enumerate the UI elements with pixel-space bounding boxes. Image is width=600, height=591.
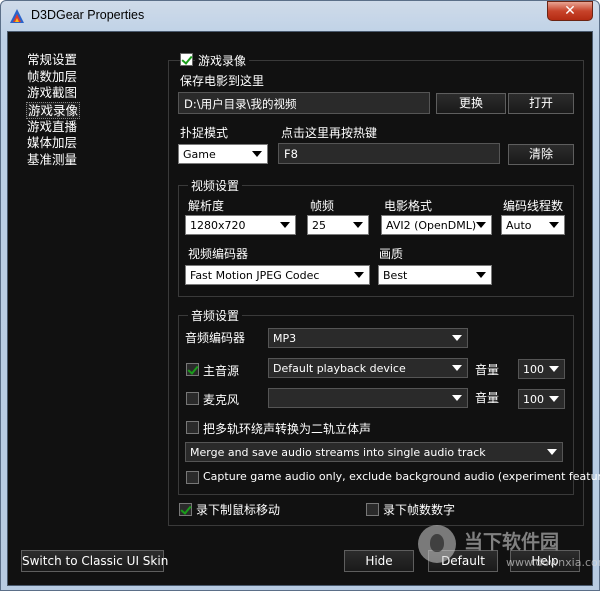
chevron-down-icon	[280, 222, 290, 228]
nav-item-screenshot[interactable]: 游戏截图	[26, 85, 80, 102]
nav-item-recording[interactable]: 游戏录像	[26, 102, 81, 119]
quality-label: 画质	[379, 247, 404, 261]
save-path-field[interactable]: D:\用户目录\我的视频	[178, 92, 430, 114]
mic-volume-select[interactable]: 100	[518, 389, 565, 409]
format-select[interactable]: AVI2 (OpenDML)	[381, 215, 492, 235]
title-bar[interactable]: D3DGear Properties ✕	[1, 1, 599, 31]
video-encoder-label: 视频编码器	[188, 247, 249, 261]
chevron-down-icon	[452, 365, 462, 371]
chevron-down-icon	[452, 335, 462, 341]
audio-settings-label: 音频设置	[188, 307, 243, 324]
chevron-down-icon	[476, 222, 486, 228]
close-button[interactable]: ✕	[547, 1, 593, 21]
hotkey-field[interactable]: F8	[278, 143, 500, 164]
watermark-text: 当下软件园	[464, 531, 560, 553]
record-mouse-label: 录下制鼠标移动	[196, 503, 281, 517]
audio-encoder-label: 音频编码器	[185, 331, 246, 345]
record-mouse-checkbox[interactable]	[179, 503, 192, 516]
fps-label: 帧频	[310, 199, 335, 213]
settings-nav: 常规设置 帧数加层 游戏截图 游戏录像 游戏直播 媒体加层 基准测量	[26, 52, 81, 169]
downmix-label: 把多轨环绕声转换为二轨立体声	[203, 422, 372, 436]
main-source-checkbox[interactable]	[186, 363, 199, 376]
mic-volume-label: 音量	[475, 391, 500, 405]
main-source-label: 主音源	[203, 364, 240, 378]
watermark-logo-icon	[418, 525, 456, 563]
properties-window: D3DGear Properties ✕ 常规设置 帧数加层 游戏截图 游戏录像…	[0, 0, 600, 591]
video-settings-label: 视频设置	[188, 177, 243, 194]
save-path-label: 保存电影到这里	[180, 74, 265, 88]
capture-mode-label: 扑捉模式	[180, 126, 229, 140]
main-source-select[interactable]: Default playback device	[268, 358, 468, 378]
record-fps-label: 录下帧数数字	[383, 503, 456, 517]
chevron-down-icon	[354, 272, 364, 278]
nav-item-general[interactable]: 常规设置	[26, 52, 80, 69]
chevron-down-icon	[252, 151, 262, 157]
main-volume-select[interactable]: 100	[518, 359, 565, 379]
threads-select[interactable]: Auto	[501, 215, 565, 235]
chevron-down-icon	[353, 222, 363, 228]
capture-game-only-label: Capture game audio only, exclude backgro…	[203, 470, 600, 483]
recording-group-label: 游戏录像	[195, 52, 250, 69]
change-path-button[interactable]: 更换	[436, 93, 506, 114]
chevron-down-icon	[549, 222, 559, 228]
video-encoder-select[interactable]: Fast Motion JPEG Codec	[185, 265, 370, 285]
nav-item-fps-overlay[interactable]: 帧数加层	[26, 69, 80, 86]
watermark-url: www.downxia.com	[506, 556, 600, 569]
fps-select[interactable]: 25	[307, 215, 369, 235]
chevron-down-icon	[547, 449, 557, 455]
mic-checkbox[interactable]	[186, 392, 199, 405]
record-fps-checkbox[interactable]	[366, 503, 379, 516]
chevron-down-icon	[476, 272, 486, 278]
chevron-down-icon	[549, 366, 559, 372]
hotkey-label: 点击这里再按热键	[281, 126, 378, 140]
recording-enable-checkbox[interactable]	[180, 53, 193, 66]
chevron-down-icon	[549, 396, 559, 402]
clear-hotkey-button[interactable]: 清除	[508, 144, 574, 165]
client-area: 常规设置 帧数加层 游戏截图 游戏录像 游戏直播 媒体加层 基准测量 游戏录像 …	[7, 31, 600, 586]
main-volume-label: 音量	[475, 363, 500, 377]
resolution-select[interactable]: 1280x720	[185, 215, 296, 235]
capture-mode-select[interactable]: Game	[178, 144, 268, 164]
threads-label: 编码线程数	[503, 199, 564, 213]
nav-item-streaming[interactable]: 游戏直播	[26, 119, 80, 136]
audio-encoder-select[interactable]: MP3	[268, 328, 468, 348]
resolution-label: 解析度	[188, 199, 225, 213]
capture-game-only-checkbox[interactable]	[186, 471, 199, 484]
window-title: D3DGear Properties	[31, 8, 145, 22]
hide-button[interactable]: Hide	[344, 550, 414, 572]
d3dgear-app-icon	[10, 9, 24, 23]
open-folder-button[interactable]: 打开	[508, 93, 574, 114]
downmix-checkbox[interactable]	[186, 421, 199, 434]
mic-device-select[interactable]	[268, 388, 468, 408]
nav-item-benchmark[interactable]: 基准测量	[26, 152, 80, 169]
nav-item-media-overlay[interactable]: 媒体加层	[26, 135, 80, 152]
chevron-down-icon	[452, 395, 462, 401]
classic-skin-button[interactable]: Switch to Classic UI Skin	[21, 550, 168, 572]
mic-label: 麦克风	[203, 393, 240, 407]
merge-audio-select[interactable]: Merge and save audio streams into single…	[185, 442, 563, 462]
quality-select[interactable]: Best	[378, 265, 492, 285]
format-label: 电影格式	[384, 199, 433, 213]
